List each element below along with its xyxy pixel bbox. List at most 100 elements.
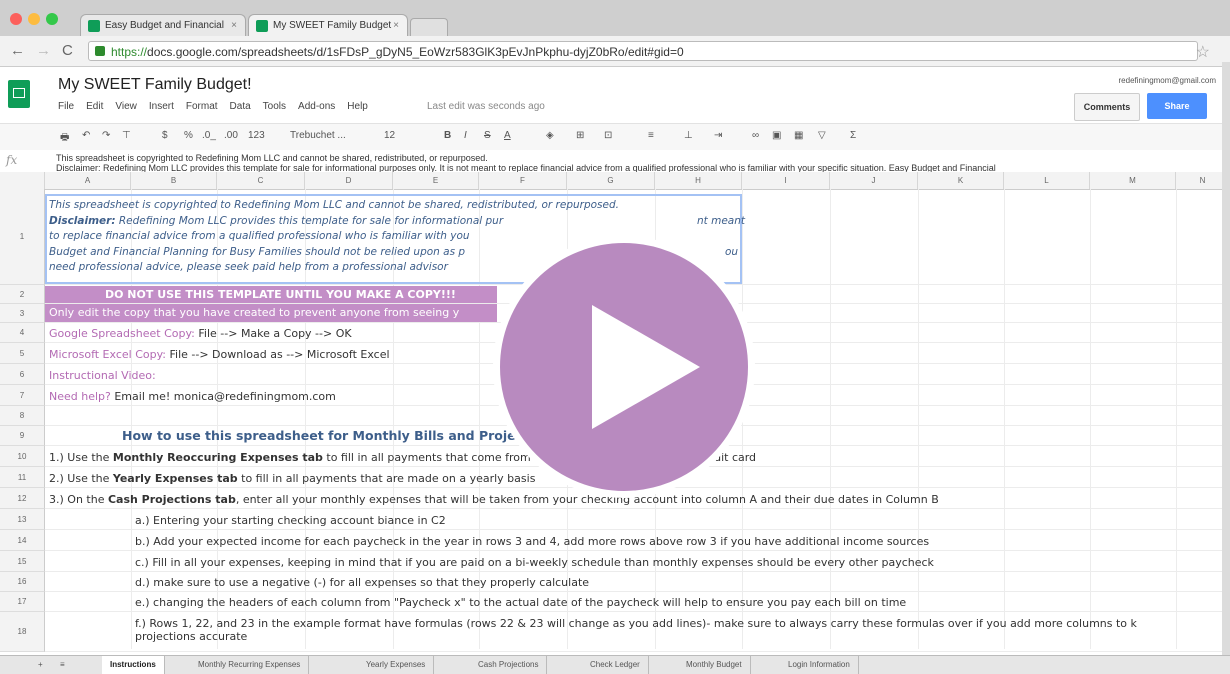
- instructional-video-link[interactable]: Instructional Video:: [49, 369, 156, 382]
- column-header[interactable]: E: [393, 172, 479, 189]
- row-header[interactable]: 3: [0, 304, 45, 323]
- column-header[interactable]: J: [830, 172, 918, 189]
- menu-view[interactable]: View: [115, 101, 137, 112]
- add-sheet-icon[interactable]: +: [30, 656, 51, 674]
- sheet-tab-yearly[interactable]: Yearly Expenses: [358, 656, 435, 674]
- undo-icon[interactable]: ↶: [82, 130, 90, 141]
- functions-icon[interactable]: Σ: [850, 130, 856, 141]
- formula-bar[interactable]: fx This spreadsheet is copyrighted to Re…: [0, 150, 1230, 173]
- column-header[interactable]: B: [131, 172, 217, 189]
- wrap-text-icon[interactable]: ⇥: [714, 130, 722, 141]
- column-header[interactable]: D: [305, 172, 393, 189]
- menu-data[interactable]: Data: [230, 101, 251, 112]
- document-title[interactable]: My SWEET Family Budget!: [58, 76, 252, 94]
- bold-icon[interactable]: B: [444, 130, 451, 141]
- cell-a4[interactable]: Google Spreadsheet Copy: File --> Make a…: [49, 327, 352, 340]
- sheet-tab-login-info[interactable]: Login Information: [780, 656, 859, 674]
- select-all-corner[interactable]: [0, 172, 45, 189]
- menu-help[interactable]: Help: [347, 101, 368, 112]
- new-tab-button[interactable]: [410, 18, 448, 37]
- cell-b15[interactable]: c.) Fill in all your expenses, keeping i…: [135, 556, 934, 569]
- menu-file[interactable]: File: [58, 101, 74, 112]
- edit-copy-banner[interactable]: Only edit the copy that you have created…: [45, 304, 497, 322]
- row-header[interactable]: 2: [0, 285, 45, 304]
- row-header[interactable]: 10: [0, 446, 45, 467]
- row-header[interactable]: 18: [0, 612, 45, 652]
- column-header[interactable]: H: [655, 172, 742, 189]
- back-arrow-icon[interactable]: ←: [10, 42, 25, 59]
- menu-tools[interactable]: Tools: [263, 101, 286, 112]
- column-header[interactable]: G: [567, 172, 655, 189]
- sheet-tab-cash-projections[interactable]: Cash Projections: [470, 656, 548, 674]
- browser-tab-1[interactable]: Easy Budget and Financial ×: [80, 14, 246, 36]
- cell-b16[interactable]: d.) make sure to use a negative (-) for …: [135, 576, 589, 589]
- browser-tab-2[interactable]: My SWEET Family Budget ×: [248, 14, 408, 36]
- filter-icon[interactable]: ▽: [818, 130, 826, 141]
- sheet-tab-instructions[interactable]: Instructions: [102, 656, 165, 674]
- comments-button[interactable]: Comments: [1074, 93, 1140, 121]
- row-header[interactable]: 17: [0, 592, 45, 612]
- url-input[interactable]: https://docs.google.com/spreadsheets/d/1…: [88, 41, 1198, 61]
- row-header[interactable]: 1: [0, 189, 45, 285]
- menu-format[interactable]: Format: [186, 101, 218, 112]
- cell-b18[interactable]: f.) Rows 1, 22, and 23 in the example fo…: [135, 617, 1225, 643]
- sheet-tab-monthly-recurring[interactable]: Monthly Recurring Expenses: [190, 656, 310, 674]
- row-header[interactable]: 5: [0, 343, 45, 364]
- cell-b14[interactable]: b.) Add your expected income for each pa…: [135, 535, 929, 548]
- cell-b13[interactable]: a.) Entering your starting checking acco…: [135, 514, 446, 527]
- cell-a12[interactable]: 3.) On the Cash Projections tab, enter a…: [49, 493, 939, 506]
- column-header[interactable]: C: [217, 172, 305, 189]
- borders-icon[interactable]: ⊞: [576, 130, 584, 141]
- row-header[interactable]: 4: [0, 323, 45, 343]
- cell-a11[interactable]: 2.) Use the Yearly Expenses tab to fill …: [49, 472, 535, 485]
- bookmark-star-icon[interactable]: ☆: [1196, 42, 1210, 62]
- row-header[interactable]: 11: [0, 467, 45, 488]
- last-edit-status[interactable]: Last edit was seconds ago: [427, 101, 545, 112]
- insert-link-icon[interactable]: ∞: [752, 130, 759, 141]
- row-header[interactable]: 15: [0, 551, 45, 572]
- italic-icon[interactable]: I: [464, 130, 467, 141]
- font-select[interactable]: Trebuchet ...: [290, 130, 346, 141]
- row-header[interactable]: 12: [0, 488, 45, 509]
- insert-comment-icon[interactable]: ▣: [772, 130, 781, 141]
- all-sheets-icon[interactable]: ≡: [52, 656, 73, 674]
- cell-b17[interactable]: e.) changing the headers of each column …: [135, 596, 906, 609]
- percent-button[interactable]: %: [184, 130, 193, 141]
- close-tab-icon[interactable]: ×: [231, 15, 237, 36]
- row-header[interactable]: 7: [0, 385, 45, 406]
- align-vertical-icon[interactable]: ⊥: [684, 130, 693, 141]
- sheet-tab-check-ledger[interactable]: Check Ledger: [582, 656, 649, 674]
- row-header[interactable]: 8: [0, 406, 45, 426]
- row-header[interactable]: 9: [0, 426, 45, 446]
- close-tab-icon[interactable]: ×: [393, 15, 399, 36]
- row-header[interactable]: 6: [0, 364, 45, 385]
- account-email[interactable]: redefiningmom@gmail.com: [1119, 76, 1217, 85]
- column-header[interactable]: M: [1090, 172, 1176, 189]
- align-horizontal-icon[interactable]: ≡: [648, 130, 654, 141]
- text-color-icon[interactable]: A: [504, 130, 511, 141]
- menu-insert[interactable]: Insert: [149, 101, 174, 112]
- cell-a7[interactable]: Need help? Email me! monica@redefiningmo…: [49, 390, 336, 403]
- fill-color-icon[interactable]: ◈: [546, 130, 554, 141]
- minimize-window-icon[interactable]: [28, 13, 40, 25]
- insert-chart-icon[interactable]: ▦: [794, 130, 803, 141]
- forward-arrow-icon[interactable]: →: [36, 42, 51, 59]
- decrease-decimal-button[interactable]: .0_: [202, 130, 216, 141]
- increase-decimal-button[interactable]: .00: [224, 130, 238, 141]
- share-button[interactable]: Share: [1147, 93, 1207, 119]
- currency-button[interactable]: $: [162, 130, 168, 141]
- menu-addons[interactable]: Add-ons: [298, 101, 335, 112]
- column-header[interactable]: F: [479, 172, 567, 189]
- section-heading[interactable]: How to use this spreadsheet for Monthly …: [122, 428, 516, 443]
- column-header[interactable]: L: [1004, 172, 1090, 189]
- print-icon[interactable]: 🖶: [60, 130, 69, 147]
- reload-icon[interactable]: C: [62, 42, 73, 59]
- strikethrough-icon[interactable]: S: [484, 130, 491, 141]
- maximize-window-icon[interactable]: [46, 13, 58, 25]
- cell-a10[interactable]: 1.) Use the Monthly Reoccuring Expenses …: [49, 451, 531, 464]
- column-header[interactable]: I: [742, 172, 830, 189]
- font-size-select[interactable]: 12: [384, 130, 395, 141]
- row-header[interactable]: 14: [0, 530, 45, 551]
- sheet-tab-monthly-budget[interactable]: Monthly Budget: [678, 656, 751, 674]
- copy-warning-banner[interactable]: DO NOT USE THIS TEMPLATE UNTIL YOU MAKE …: [45, 286, 497, 303]
